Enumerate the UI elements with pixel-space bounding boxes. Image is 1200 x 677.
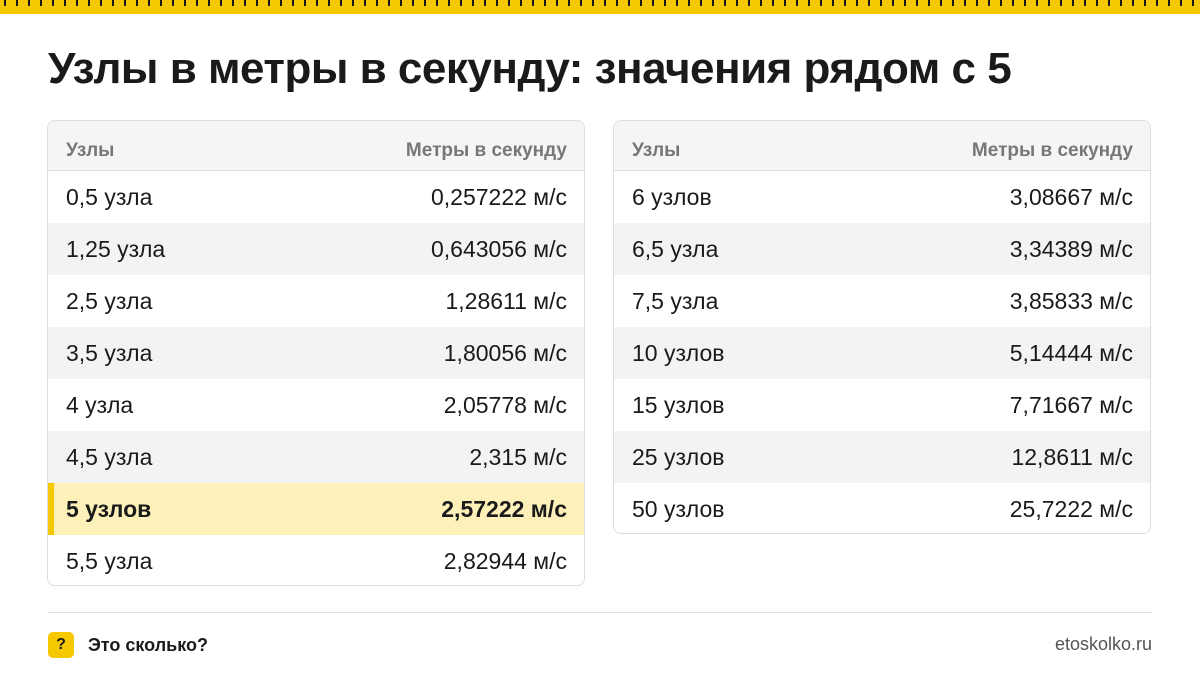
- table-row: 6 узлов 3,08667 м/с: [614, 171, 1150, 223]
- table-row: 5,5 узла 2,82944 м/с: [48, 535, 584, 585]
- cell-knots: 0,5 узла: [66, 183, 153, 210]
- cell-ms: 3,34389 м/с: [1009, 235, 1133, 262]
- table-header: Узлы Метры в секунду: [48, 121, 584, 171]
- header-knots: Узлы: [632, 140, 681, 161]
- cell-knots: 4 узла: [66, 391, 134, 418]
- cell-knots: 6,5 узла: [632, 235, 719, 262]
- cell-knots: 10 узлов: [632, 339, 725, 366]
- table-row: 25 узлов 12,8611 м/с: [614, 431, 1150, 483]
- cell-ms: 0,257222 м/с: [430, 183, 567, 210]
- brand-name: Это сколько?: [88, 634, 208, 655]
- table-row: 7,5 узла 3,85833 м/с: [614, 275, 1150, 327]
- cell-ms: 3,85833 м/с: [1009, 287, 1133, 314]
- table-row: 6,5 узла 3,34389 м/с: [614, 223, 1150, 275]
- table-row: 2,5 узла 1,28611 м/с: [48, 275, 584, 327]
- left-table: Узлы Метры в секунду 0,5 узла 0,257222 м…: [47, 120, 585, 586]
- table-row: 4,5 узла 2,315 м/с: [48, 431, 584, 483]
- footer-divider: [48, 612, 1152, 613]
- cell-knots: 2,5 узла: [66, 287, 153, 314]
- table-row: 4 узла 2,05778 м/с: [48, 379, 584, 431]
- cell-ms: 25,7222 м/с: [1009, 495, 1133, 522]
- cell-ms: 3,08667 м/с: [1009, 183, 1133, 210]
- header-ms: Метры в секунду: [971, 140, 1133, 161]
- cell-knots: 15 узлов: [632, 391, 725, 418]
- header-ms: Метры в секунду: [405, 140, 567, 161]
- table-row-highlighted: 5 узлов 2,57222 м/с: [48, 483, 584, 535]
- table-header: Узлы Метры в секунду: [614, 121, 1150, 171]
- cell-knots: 7,5 узла: [632, 287, 719, 314]
- question-mark-icon: ?: [48, 632, 74, 658]
- brand-logo[interactable]: ? Это сколько?: [48, 632, 208, 658]
- table-row: 10 узлов 5,14444 м/с: [614, 327, 1150, 379]
- cell-ms: 5,14444 м/с: [1009, 339, 1133, 366]
- cell-ms: 2,05778 м/с: [443, 391, 567, 418]
- table-row: 1,25 узла 0,643056 м/с: [48, 223, 584, 275]
- cell-ms: 1,80056 м/с: [443, 339, 567, 366]
- ruler-fill: [0, 6, 1200, 14]
- table-row: 0,5 узла 0,257222 м/с: [48, 171, 584, 223]
- cell-ms: 2,57222 м/с: [441, 495, 567, 522]
- cell-knots: 5,5 узла: [66, 547, 153, 574]
- cell-ms: 7,71667 м/с: [1009, 391, 1133, 418]
- cell-knots: 3,5 узла: [66, 339, 153, 366]
- cell-ms: 12,8611 м/с: [1011, 443, 1133, 470]
- table-row: 3,5 узла 1,80056 м/с: [48, 327, 584, 379]
- cell-knots: 6 узлов: [632, 183, 712, 210]
- cell-knots: 1,25 узла: [66, 235, 166, 262]
- cell-ms: 0,643056 м/с: [430, 235, 567, 262]
- site-link[interactable]: etoskolko.ru: [1055, 634, 1152, 655]
- header-knots: Узлы: [66, 140, 115, 161]
- table-row: 50 узлов 25,7222 м/с: [614, 483, 1150, 533]
- cell-knots: 50 узлов: [632, 495, 725, 522]
- cell-ms: 1,28611 м/с: [445, 287, 567, 314]
- right-table: Узлы Метры в секунду 6 узлов 3,08667 м/с…: [613, 120, 1151, 534]
- cell-knots: 5 узлов: [66, 495, 152, 522]
- table-row: 15 узлов 7,71667 м/с: [614, 379, 1150, 431]
- page-title: Узлы в метры в секунду: значения рядом с…: [48, 44, 1012, 93]
- cell-knots: 25 узлов: [632, 443, 725, 470]
- cell-knots: 4,5 узла: [66, 443, 153, 470]
- cell-ms: 2,82944 м/с: [443, 547, 567, 574]
- cell-ms: 2,315 м/с: [469, 443, 567, 470]
